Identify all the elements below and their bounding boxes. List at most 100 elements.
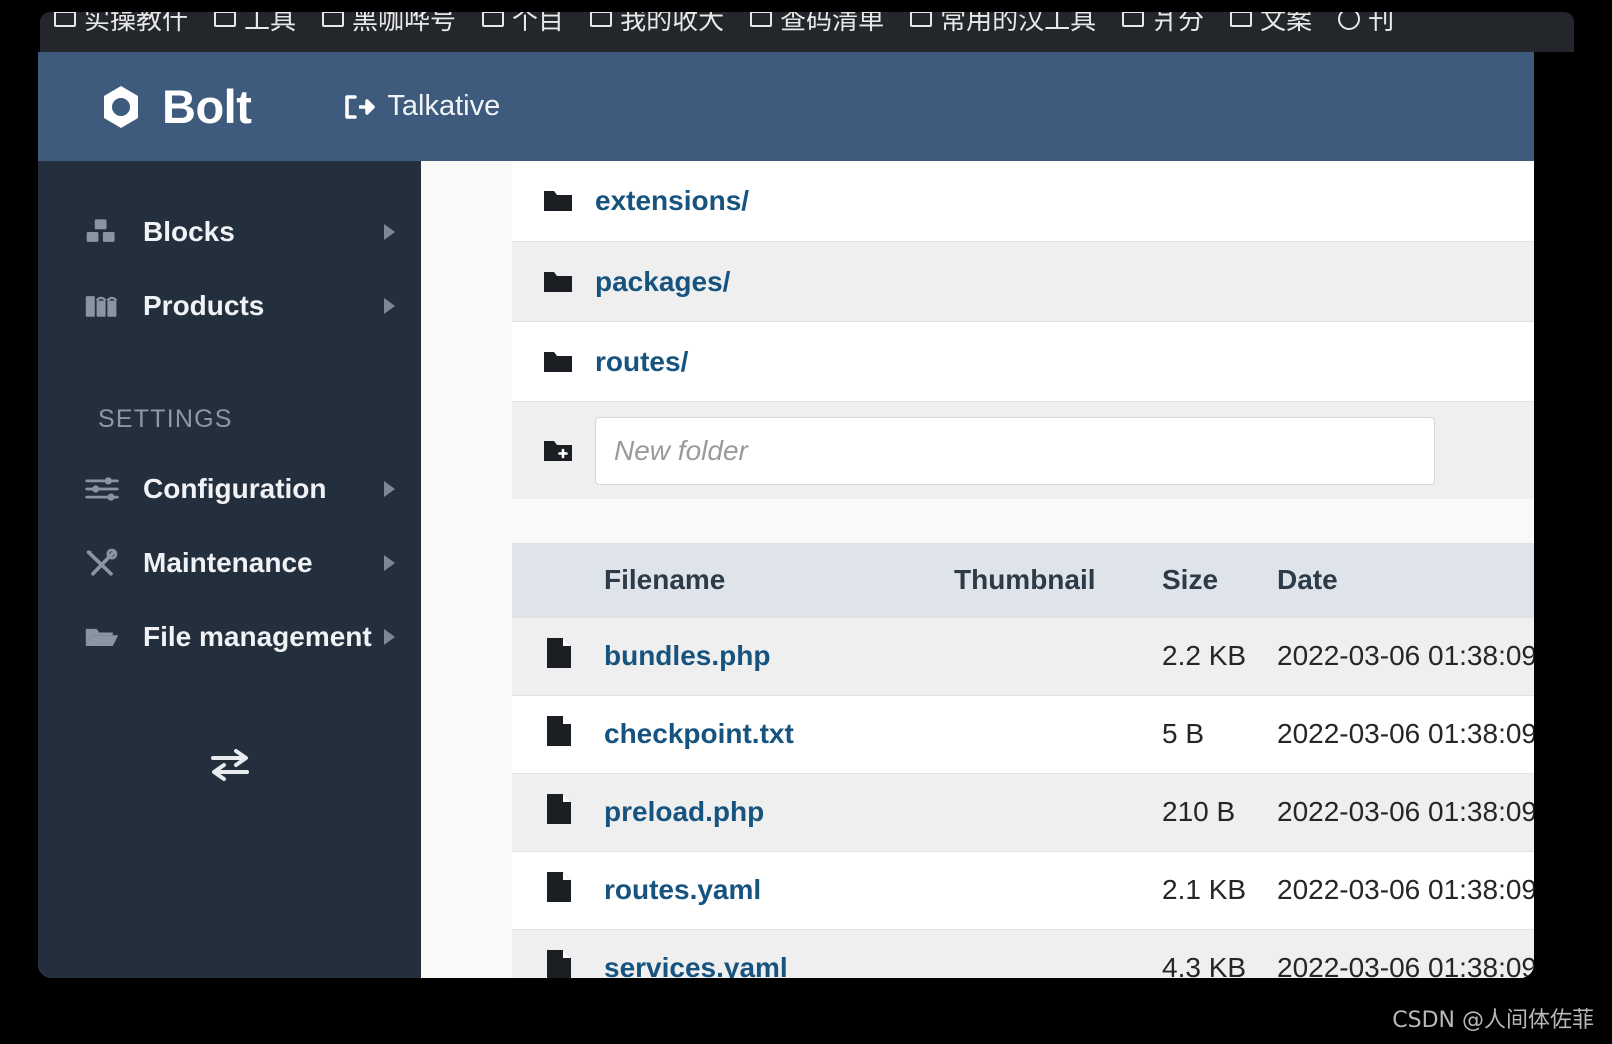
bookmark-item[interactable]: 我的收大 bbox=[590, 12, 724, 37]
new-folder-input[interactable] bbox=[595, 416, 1435, 485]
file-table-row: services.yaml 4.3 KB 2022-03-06 01:38:09 bbox=[512, 928, 1534, 978]
chevron-right-icon bbox=[384, 481, 395, 497]
file-name-cell: preload.php bbox=[604, 772, 954, 851]
file-thumbnail-cell bbox=[954, 928, 1162, 978]
bookmark-item[interactable]: 实操教什 bbox=[54, 12, 188, 37]
file-link[interactable]: routes.yaml bbox=[604, 874, 761, 905]
sidebar-item-label: Maintenance bbox=[143, 547, 313, 578]
folder-icon bbox=[590, 12, 613, 27]
bookmark-label: 实操教什 bbox=[84, 12, 189, 36]
file-table-row: preload.php 210 B 2022-03-06 01:38:09 bbox=[512, 772, 1534, 851]
file-icon-cell bbox=[512, 928, 604, 978]
folder-icon bbox=[1230, 12, 1253, 27]
column-header-size[interactable]: Size bbox=[1162, 543, 1277, 617]
file-size-cell: 210 B bbox=[1162, 772, 1277, 851]
main-content: extensions/ Delete packages/ Delete rout… bbox=[421, 161, 1534, 978]
folder-icon bbox=[322, 12, 345, 27]
column-header-icon[interactable] bbox=[512, 543, 604, 617]
chevron-right-icon bbox=[384, 298, 395, 314]
file-icon bbox=[546, 871, 572, 909]
file-thumbnail-cell bbox=[954, 850, 1162, 929]
sidebar-item-label: Blocks bbox=[143, 216, 235, 247]
file-size-cell: 2.1 KB bbox=[1162, 850, 1277, 929]
file-name-cell: services.yaml bbox=[604, 928, 954, 978]
sidebar-item-maintenance[interactable]: Maintenance bbox=[38, 526, 421, 600]
file-size-cell: 2.2 KB bbox=[1162, 616, 1277, 695]
file-link[interactable]: bundles.php bbox=[604, 640, 770, 671]
file-name-cell: bundles.php bbox=[604, 616, 954, 695]
brand[interactable]: Bolt bbox=[98, 83, 252, 130]
file-link[interactable]: services.yaml bbox=[604, 952, 788, 978]
folder-icon bbox=[1122, 12, 1145, 27]
file-size-cell: 5 B bbox=[1162, 694, 1277, 773]
bookmark-item[interactable]: 刊 bbox=[1338, 12, 1394, 37]
bolt-nut-icon bbox=[98, 84, 144, 130]
column-header-date[interactable]: Date bbox=[1277, 543, 1534, 617]
folder-icon bbox=[482, 12, 505, 27]
bookmark-item[interactable]: 常用的汉工具 bbox=[910, 12, 1096, 37]
chevron-right-icon bbox=[384, 555, 395, 571]
file-date-cell: 2022-03-06 01:38:09 bbox=[1277, 616, 1534, 695]
folder-list: extensions/ Delete packages/ Delete rout… bbox=[512, 161, 1534, 401]
sign-out-icon bbox=[345, 94, 376, 120]
bookmark-item[interactable]: 工具 bbox=[214, 12, 296, 37]
folder-icon bbox=[543, 270, 573, 294]
folder-row: packages/ Delete bbox=[512, 241, 1534, 321]
sidebar-item-label: Configuration bbox=[143, 473, 327, 504]
file-thumbnail-cell bbox=[954, 616, 1162, 695]
file-management-panel: extensions/ Delete packages/ Delete rout… bbox=[512, 161, 1534, 978]
bookmark-label: 刊 bbox=[1368, 12, 1395, 36]
sidebar-item-products[interactable]: Products bbox=[38, 269, 421, 343]
file-table: Filename Thumbnail Size Date bundles.php… bbox=[512, 543, 1534, 978]
file-icon bbox=[546, 637, 572, 675]
sidebar-item-configuration[interactable]: Configuration bbox=[38, 452, 421, 526]
folder-link[interactable]: routes/ bbox=[595, 346, 688, 378]
file-thumbnail-cell bbox=[954, 772, 1162, 851]
bookmark-label: 常用的汉工具 bbox=[940, 12, 1097, 36]
column-header-filename[interactable]: Filename bbox=[604, 543, 954, 617]
bookmark-item[interactable]: 查码清单 bbox=[750, 12, 884, 37]
user-menu[interactable]: Talkative bbox=[345, 90, 500, 123]
folder-row: routes/ Delete bbox=[512, 321, 1534, 401]
folder-link[interactable]: packages/ bbox=[595, 266, 730, 298]
file-link[interactable]: preload.php bbox=[604, 796, 764, 827]
column-header-thumbnail[interactable]: Thumbnail bbox=[954, 543, 1162, 617]
file-table-header-row: Filename Thumbnail Size Date bbox=[512, 543, 1534, 617]
file-icon bbox=[546, 715, 572, 753]
bookmark-list: 实操教什 工具 黑咖哗号 个目 我的收大 查码清单 常用的汉工具 爿分 文案 刊 bbox=[54, 12, 1394, 37]
app-header: Bolt Talkative bbox=[38, 52, 1534, 161]
bookmark-item[interactable]: 黑咖哗号 bbox=[322, 12, 456, 37]
bookmark-item[interactable]: 个目 bbox=[482, 12, 564, 37]
screenshot-root: 实操教什 工具 黑咖哗号 个目 我的收大 查码清单 常用的汉工具 爿分 文案 刊 Bolt bbox=[0, 0, 1612, 1044]
section-spacer bbox=[512, 499, 1534, 543]
products-icon bbox=[82, 290, 122, 322]
file-table-row: bundles.php 2.2 KB 2022-03-06 01:38:09 bbox=[512, 616, 1534, 695]
sidebar-item-file-management[interactable]: File management bbox=[38, 600, 421, 674]
sidebar-item-label: Products bbox=[143, 290, 265, 321]
file-size-cell: 4.3 KB bbox=[1162, 928, 1277, 978]
bookmark-label: 爿分 bbox=[1152, 12, 1205, 36]
file-date-cell: 2022-03-06 01:38:09 bbox=[1277, 928, 1534, 978]
file-thumbnail-cell bbox=[954, 694, 1162, 773]
bookmark-label: 工具 bbox=[244, 12, 297, 36]
csdn-watermark: CSDN @人间体佐菲 bbox=[1392, 1008, 1594, 1033]
user-name: Talkative bbox=[387, 90, 501, 122]
file-icon-cell bbox=[512, 616, 604, 695]
bookmark-label: 黑咖哗号 bbox=[352, 12, 457, 36]
file-table-body: bundles.php 2.2 KB 2022-03-06 01:38:09 che… bbox=[512, 616, 1534, 978]
bookmark-item[interactable]: 文案 bbox=[1230, 12, 1312, 37]
folder-row: extensions/ Delete bbox=[512, 161, 1534, 241]
folder-icon bbox=[543, 189, 573, 213]
bookmark-item[interactable]: 爿分 bbox=[1122, 12, 1204, 37]
chevron-right-icon bbox=[384, 224, 395, 240]
sidebar-collapse-toggle[interactable] bbox=[38, 746, 421, 787]
exchange-arrows-icon bbox=[207, 746, 253, 787]
browser-bookmark-bar: 实操教什 工具 黑咖哗号 个目 我的收大 查码清单 常用的汉工具 爿分 文案 刊 bbox=[40, 12, 1574, 52]
file-icon bbox=[546, 793, 572, 831]
new-folder-row: Create bbox=[512, 401, 1534, 499]
sidebar: Blocks Products SETTINGS Configuration M… bbox=[38, 161, 421, 978]
sidebar-item-blocks[interactable]: Blocks bbox=[38, 195, 421, 269]
folder-icon bbox=[543, 350, 573, 374]
file-link[interactable]: checkpoint.txt bbox=[604, 718, 794, 749]
folder-link[interactable]: extensions/ bbox=[595, 185, 749, 217]
